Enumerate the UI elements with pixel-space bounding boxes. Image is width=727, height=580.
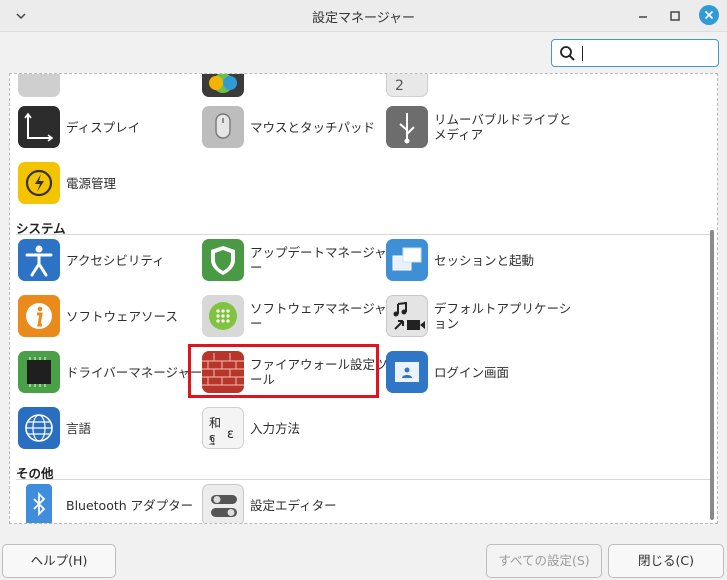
- item-label: ログイン画面: [434, 364, 510, 380]
- item-update-manager[interactable]: アップデートマネージャー: [202, 236, 387, 284]
- item-label: ディスプレイ: [66, 119, 141, 135]
- item-label: マウスとタッチパッド: [250, 119, 376, 135]
- svg-text:和: 和: [209, 416, 221, 430]
- shield-icon: [202, 239, 244, 281]
- item-settings-editor[interactable]: 設定エディター: [202, 481, 382, 523]
- item-label: アクセシビリティ: [66, 252, 165, 268]
- item-label: デフォルトアプリケーション: [434, 301, 572, 331]
- display-icon: [18, 106, 60, 148]
- color-icon: [202, 74, 244, 97]
- item-software-sources[interactable]: ソフトウェアソース: [18, 292, 198, 340]
- item-label: リムーバブルドライブとメディア: [434, 112, 572, 142]
- close-button[interactable]: 閉じる(C): [608, 544, 724, 578]
- session-icon: [386, 239, 428, 281]
- svg-text:ฐ: ฐ: [209, 431, 216, 445]
- window-title: 設定マネージャー: [311, 11, 416, 26]
- info-icon: [18, 295, 60, 337]
- text-caret: [582, 46, 583, 61]
- input-method-icon: 和ฐε: [202, 407, 244, 449]
- section-divider: [16, 234, 713, 235]
- title-bar: 設定マネージャー: [0, 0, 727, 32]
- item-accessibility[interactable]: アクセシビリティ: [18, 236, 198, 284]
- sound-icon: [18, 74, 60, 97]
- close-window-button[interactable]: [699, 5, 719, 25]
- search-icon: [560, 46, 575, 61]
- svg-text:ε: ε: [227, 427, 234, 442]
- item-driver-manager[interactable]: ドライバーマネージャー: [18, 348, 202, 396]
- item-mouse[interactable]: マウスとタッチパッド: [202, 103, 382, 151]
- mouse-icon: [202, 106, 244, 148]
- item-display[interactable]: ディスプレイ: [18, 103, 198, 151]
- item-software-manager[interactable]: ソフトウェアマネージャー: [202, 292, 387, 340]
- item-removable-drives[interactable]: リムーバブルドライブとメディア: [386, 103, 571, 151]
- item-label: ドライバーマネージャー: [66, 364, 203, 380]
- partial-item-3[interactable]: 2: [386, 74, 566, 100]
- power-icon: [18, 162, 60, 204]
- media-icon: [386, 295, 428, 337]
- item-label: 言語: [66, 420, 92, 436]
- selection-highlight: [188, 344, 379, 398]
- workspace-number: 2: [395, 78, 404, 94]
- all-settings-button[interactable]: すべての設定(S): [486, 544, 602, 578]
- item-label: ソフトウェアマネージャー: [250, 301, 387, 331]
- close-icon: [704, 10, 714, 20]
- item-input-method[interactable]: 和ฐε 入力方法: [202, 404, 382, 452]
- globe-icon: [18, 407, 60, 449]
- chip-icon: [18, 351, 60, 393]
- item-language[interactable]: 言語: [18, 404, 198, 452]
- item-label: Bluetooth アダプター: [66, 497, 194, 513]
- help-button[interactable]: ヘルプ(H): [2, 544, 116, 578]
- accessibility-icon: [18, 239, 60, 281]
- item-label: ソフトウェアソース: [66, 308, 178, 324]
- toggle-icon: [202, 484, 244, 523]
- minimize-icon[interactable]: [636, 9, 650, 23]
- bluetooth-icon: [26, 484, 52, 523]
- item-label: セッションと起動: [434, 252, 535, 268]
- item-login-screen[interactable]: ログイン画面: [386, 348, 566, 396]
- item-label: 電源管理: [66, 175, 117, 191]
- partial-item-1[interactable]: [18, 74, 198, 100]
- section-divider: [16, 479, 713, 480]
- workspace-icon: 2: [386, 74, 428, 97]
- partial-item-2[interactable]: [202, 74, 382, 100]
- item-default-apps[interactable]: デフォルトアプリケーション: [386, 292, 571, 340]
- item-power[interactable]: 電源管理: [18, 159, 198, 207]
- item-label: 入力方法: [250, 420, 301, 436]
- scrollbar[interactable]: [710, 230, 714, 520]
- settings-grid: 2 ディスプレイ マウスとタッチパッド リムーバブルドライブとメディア 電源管理…: [9, 73, 718, 524]
- usb-icon: [386, 106, 428, 148]
- search-input[interactable]: [551, 39, 719, 67]
- app-grid-icon: [202, 295, 244, 337]
- item-label: アップデートマネージャー: [250, 245, 387, 275]
- maximize-icon[interactable]: [668, 9, 682, 23]
- item-label: 設定エディター: [250, 497, 337, 513]
- item-bluetooth[interactable]: Bluetooth アダプター: [18, 481, 198, 523]
- item-session[interactable]: セッションと起動: [386, 236, 566, 284]
- login-window-icon: [386, 351, 428, 393]
